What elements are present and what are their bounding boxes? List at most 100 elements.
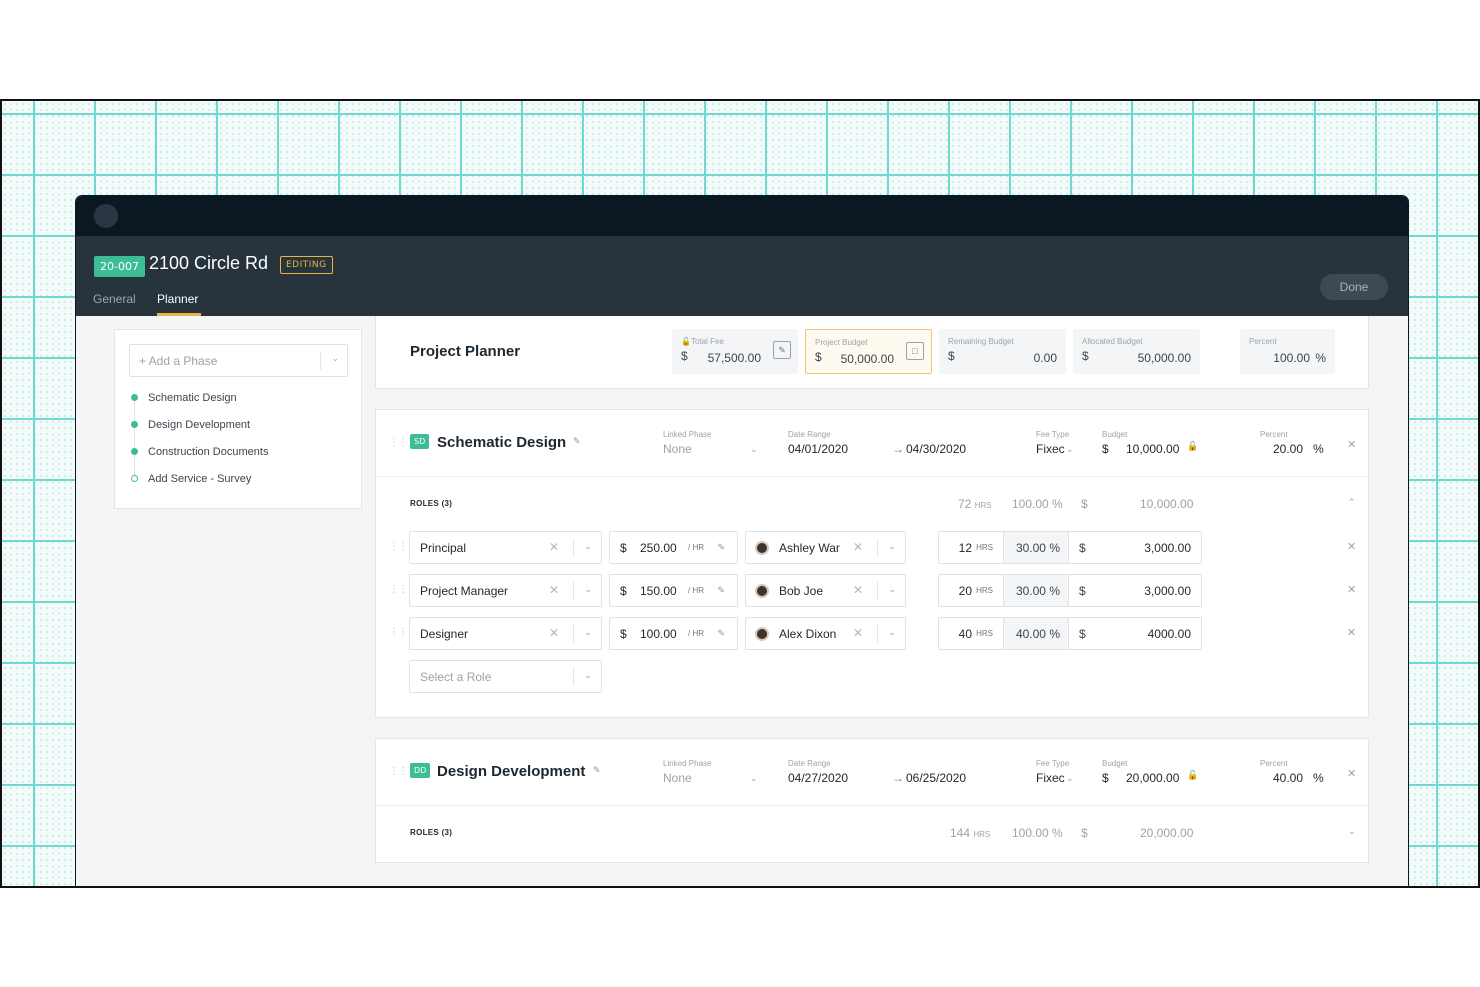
clear-icon[interactable]: ✕ bbox=[549, 626, 559, 640]
project-id-badge: 20-007 bbox=[94, 256, 145, 277]
hourly-rate-field[interactable]: $ 150.00 / HR ✎ bbox=[609, 574, 738, 607]
remove-role-icon[interactable]: ✕ bbox=[1347, 626, 1356, 639]
divider bbox=[573, 539, 574, 557]
date-start[interactable]: 04/01/2020 bbox=[788, 442, 848, 456]
close-icon[interactable]: ✕ bbox=[1347, 438, 1356, 451]
percent-input[interactable]: 30.00 % bbox=[1004, 532, 1069, 563]
chevron-down-icon[interactable]: ⌄ bbox=[888, 541, 896, 552]
assignee-select[interactable]: Bob Joe ✕ ⌄ bbox=[745, 574, 906, 607]
role-select[interactable]: Project Manager ✕ ⌄ bbox=[409, 574, 602, 607]
chevron-down-icon[interactable]: ⌄ bbox=[584, 670, 592, 681]
lock-icon[interactable]: □ bbox=[906, 342, 924, 360]
phase-code-badge: SD bbox=[410, 434, 430, 449]
date-end[interactable]: 04/30/2020 bbox=[906, 442, 966, 456]
amount-input[interactable]: $ 3,000.00 bbox=[1069, 575, 1201, 606]
phase-card-header: ⋮⋮ DD Design Development ✎ Linked Phase … bbox=[376, 739, 1368, 806]
phase-budget-value[interactable]: 10,000.00 bbox=[1126, 442, 1179, 456]
chevron-down-icon[interactable]: ⌄ bbox=[584, 541, 592, 552]
phase-percent-value[interactable]: 40.00 bbox=[1273, 771, 1303, 785]
edit-icon[interactable]: ✎ bbox=[593, 766, 601, 776]
chevron-down-icon[interactable]: ⌄ bbox=[888, 627, 896, 638]
linked-phase-value[interactable]: None bbox=[663, 771, 692, 785]
phase-item[interactable]: Add Service - Survey bbox=[131, 473, 268, 500]
hourly-rate-field[interactable]: $ 100.00 / HR ✎ bbox=[609, 617, 738, 650]
assignee-select[interactable]: Alex Dixon ✕ ⌄ bbox=[745, 617, 906, 650]
chevron-down-icon[interactable]: ⌄ bbox=[584, 627, 592, 638]
edit-icon[interactable]: ✎ bbox=[773, 341, 791, 359]
close-icon[interactable]: ✕ bbox=[1347, 767, 1356, 780]
assignee-select[interactable]: Ashley War ✕ ⌄ bbox=[745, 531, 906, 564]
phase-item[interactable]: Construction Documents bbox=[131, 446, 268, 473]
phase-budget-value[interactable]: 20,000.00 bbox=[1126, 771, 1179, 785]
chevron-down-icon[interactable]: ⌄ bbox=[888, 584, 896, 595]
remaining-budget-value: 0.00 bbox=[1033, 351, 1057, 365]
clear-icon[interactable]: ✕ bbox=[549, 540, 559, 554]
linked-phase-value[interactable]: None bbox=[663, 442, 692, 456]
remove-role-icon[interactable]: ✕ bbox=[1347, 540, 1356, 553]
window-avatar[interactable] bbox=[94, 204, 118, 228]
divider bbox=[320, 352, 321, 370]
clear-icon[interactable]: ✕ bbox=[853, 540, 863, 554]
chevron-up-icon[interactable]: ⌃ bbox=[1348, 498, 1356, 508]
drag-handle-icon[interactable]: ⋮⋮ bbox=[389, 584, 408, 595]
select-role-dropdown[interactable]: Select a Role ⌄ bbox=[409, 660, 602, 693]
date-end[interactable]: 06/25/2020 bbox=[906, 771, 966, 785]
budget-label: Budget bbox=[1102, 430, 1128, 439]
hourly-rate-field[interactable]: $ 250.00 / HR ✎ bbox=[609, 531, 738, 564]
phase-card-header: ⋮⋮ SD Schematic Design ✎ Linked Phase No… bbox=[376, 410, 1368, 477]
assignee-name: Bob Joe bbox=[779, 584, 824, 598]
role-select[interactable]: Principal ✕ ⌄ bbox=[409, 531, 602, 564]
project-budget-field[interactable]: Project Budget $ 50,000.00 □ bbox=[805, 329, 932, 374]
per-hour-unit: / HR bbox=[688, 543, 704, 552]
hourly-rate-value: 100.00 bbox=[640, 627, 677, 641]
edit-icon[interactable]: ✎ bbox=[573, 437, 581, 447]
date-range-label: Date Range bbox=[788, 430, 831, 439]
chevron-down-icon[interactable]: ⌄ bbox=[1348, 827, 1356, 837]
chevron-down-icon[interactable]: ⌄ bbox=[584, 584, 592, 595]
percent-input[interactable]: 30.00 % bbox=[1004, 575, 1069, 606]
done-button[interactable]: Done bbox=[1320, 274, 1388, 300]
remove-role-icon[interactable]: ✕ bbox=[1347, 583, 1356, 596]
clear-icon[interactable]: ✕ bbox=[853, 583, 863, 597]
edit-icon[interactable]: ✎ bbox=[717, 628, 725, 639]
unlock-icon[interactable]: 🔓 bbox=[1187, 442, 1198, 452]
chevron-down-icon[interactable]: ⌄ bbox=[1066, 445, 1074, 455]
tab-general[interactable]: General bbox=[93, 292, 136, 306]
unlock-icon[interactable]: 🔓 bbox=[1187, 771, 1198, 781]
phase-name: Schematic Design bbox=[437, 434, 567, 451]
clear-icon[interactable]: ✕ bbox=[549, 583, 559, 597]
chevron-down-icon[interactable]: ⌄ bbox=[1066, 774, 1074, 784]
chevron-down-icon[interactable]: ⌄ bbox=[331, 353, 339, 364]
hours-input[interactable]: 12 HRS bbox=[939, 532, 1004, 563]
amount-input[interactable]: $ 4000.00 bbox=[1069, 618, 1201, 649]
hours-input[interactable]: 20 HRS bbox=[939, 575, 1004, 606]
drag-handle-icon[interactable]: ⋮⋮ bbox=[389, 766, 408, 777]
drag-handle-icon[interactable]: ⋮⋮ bbox=[389, 437, 408, 448]
currency-symbol: $ bbox=[620, 627, 627, 641]
hours-input[interactable]: 40 HRS bbox=[939, 618, 1004, 649]
percent-input[interactable]: 40.00 % bbox=[1004, 618, 1069, 649]
role-select[interactable]: Designer ✕ ⌄ bbox=[409, 617, 602, 650]
chevron-down-icon[interactable]: ⌄ bbox=[750, 445, 758, 455]
add-phase-placeholder: + Add a Phase bbox=[139, 354, 218, 368]
divider bbox=[877, 625, 878, 643]
phase-percent-value[interactable]: 20.00 bbox=[1273, 442, 1303, 456]
phase-item[interactable]: Schematic Design bbox=[131, 392, 268, 419]
date-start[interactable]: 04/27/2020 bbox=[788, 771, 848, 785]
clear-icon[interactable]: ✕ bbox=[853, 626, 863, 640]
phase-item[interactable]: Design Development bbox=[131, 419, 268, 446]
phase-card-schematic-design: ⋮⋮ SD Schematic Design ✎ Linked Phase No… bbox=[375, 409, 1369, 718]
drag-handle-icon[interactable]: ⋮⋮ bbox=[389, 627, 408, 638]
chevron-down-icon[interactable]: ⌄ bbox=[750, 774, 758, 784]
edit-icon[interactable]: ✎ bbox=[717, 542, 725, 553]
role-select-value: Project Manager bbox=[420, 584, 509, 598]
tab-planner[interactable]: Planner bbox=[157, 292, 198, 306]
amount-input[interactable]: $ 3,000.00 bbox=[1069, 532, 1201, 563]
per-hour-unit: / HR bbox=[688, 586, 704, 595]
phase-code-badge: DD bbox=[410, 763, 431, 778]
edit-icon[interactable]: ✎ bbox=[717, 585, 725, 596]
fee-type-value[interactable]: Fixec bbox=[1036, 442, 1065, 456]
fee-type-value[interactable]: Fixec bbox=[1036, 771, 1065, 785]
add-phase-select[interactable]: + Add a Phase ⌄ bbox=[129, 344, 348, 377]
drag-handle-icon[interactable]: ⋮⋮ bbox=[389, 541, 408, 552]
